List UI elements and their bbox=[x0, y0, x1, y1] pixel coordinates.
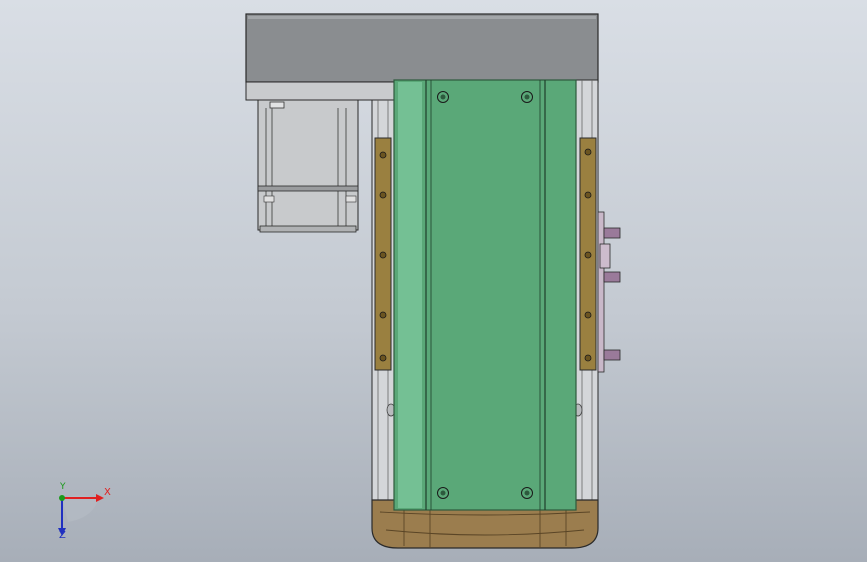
bracket-clamp[interactable] bbox=[603, 227, 621, 239]
z-axis-label: Z bbox=[59, 530, 66, 541]
bolt-icon bbox=[379, 251, 387, 259]
screw-head-icon bbox=[524, 94, 530, 100]
bolt-icon bbox=[379, 311, 387, 319]
motor-band bbox=[257, 185, 359, 192]
linear-module-model[interactable] bbox=[0, 0, 867, 562]
x-axis-label: X bbox=[104, 487, 111, 498]
bolt-icon bbox=[584, 354, 592, 362]
triad-plane bbox=[62, 495, 98, 522]
screw-head-icon bbox=[440, 490, 446, 496]
bracket-clamp[interactable] bbox=[603, 349, 621, 361]
bracket-clamp[interactable] bbox=[603, 271, 621, 283]
bolt-icon bbox=[379, 354, 387, 362]
motor-tab bbox=[263, 195, 275, 203]
motor-cover-highlight bbox=[248, 16, 596, 19]
bolt-icon bbox=[584, 148, 592, 156]
y-axis-dot-icon bbox=[59, 495, 65, 501]
cad-viewport[interactable]: X Y Z bbox=[0, 0, 867, 562]
bolt-icon bbox=[379, 151, 387, 159]
orientation-triad[interactable]: X Y Z bbox=[40, 478, 120, 548]
bracket-spacer bbox=[599, 243, 611, 269]
y-axis-label: Y bbox=[60, 482, 66, 492]
motor-tab bbox=[345, 195, 357, 203]
motor-cover[interactable] bbox=[245, 13, 599, 83]
bolt-icon bbox=[584, 251, 592, 259]
motor-flange bbox=[259, 225, 357, 233]
stepper-motor[interactable] bbox=[257, 99, 359, 231]
slide-plate-highlight bbox=[398, 82, 422, 508]
screw-head-icon bbox=[440, 94, 446, 100]
motor-connector bbox=[269, 101, 285, 109]
screw-head-icon bbox=[524, 490, 530, 496]
x-axis-arrow-icon bbox=[96, 494, 104, 502]
bolt-icon bbox=[379, 191, 387, 199]
bolt-icon bbox=[584, 311, 592, 319]
side-bracket-plate bbox=[597, 211, 605, 373]
bolt-icon bbox=[584, 191, 592, 199]
